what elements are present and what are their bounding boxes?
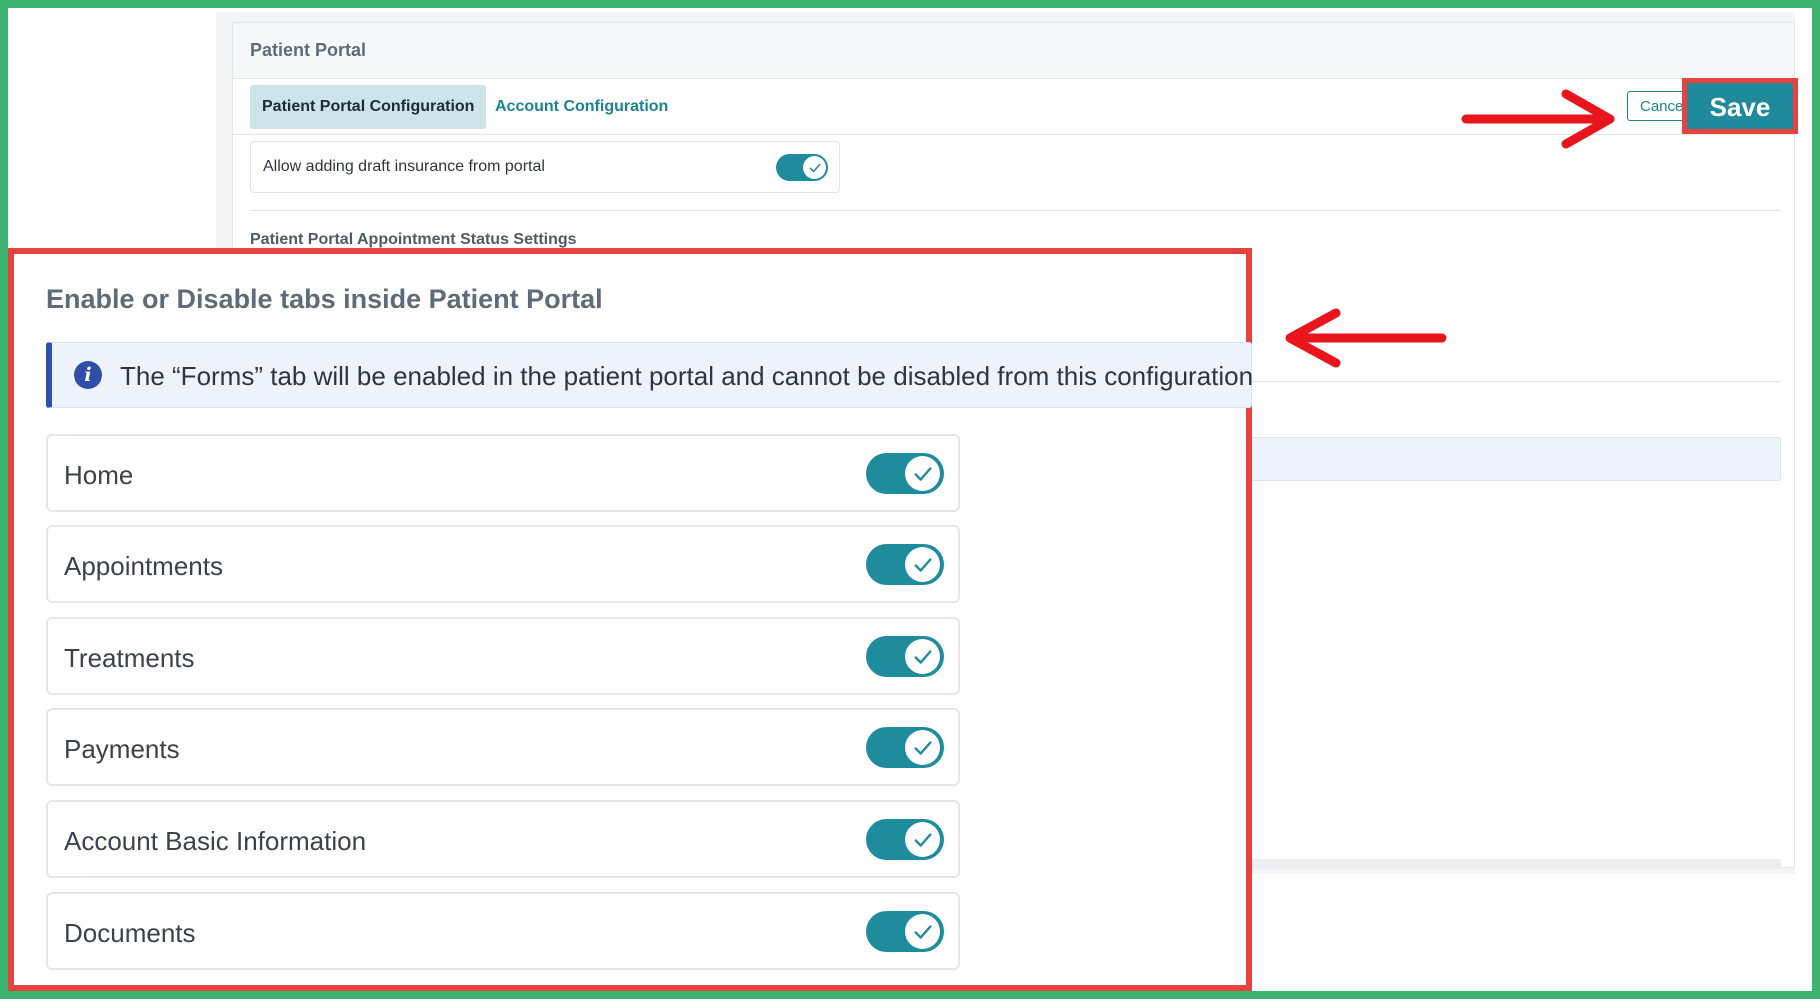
check-icon	[913, 557, 932, 572]
check-icon	[913, 740, 932, 755]
toggle-knob	[905, 639, 940, 674]
arrow-right-icon	[1461, 89, 1615, 149]
portal-tab-row-payments: Payments	[46, 708, 960, 786]
portal-tab-row-appointments: Appointments	[46, 525, 960, 603]
draft-insurance-setting: Allow adding draft insurance from portal	[250, 141, 840, 193]
check-icon	[913, 466, 932, 481]
toggle-knob	[803, 156, 826, 179]
zoomed-tabs-callout: Enable or Disable tabs inside Patient Po…	[8, 248, 1254, 991]
toggle-knob	[905, 914, 940, 949]
portal-tab-label: Appointments	[64, 551, 223, 581]
toggle-knob	[905, 822, 940, 857]
check-icon	[913, 832, 932, 847]
check-icon	[913, 924, 932, 939]
treatments-tab-toggle[interactable]	[866, 636, 944, 677]
section-divider	[250, 210, 1781, 211]
toggle-knob	[905, 730, 940, 765]
account-basic-information-tab-toggle[interactable]	[866, 819, 944, 860]
check-icon	[809, 163, 820, 172]
info-icon: i	[74, 361, 102, 389]
appointments-tab-toggle[interactable]	[866, 544, 944, 585]
portal-tab-label: Payments	[64, 734, 180, 764]
appointment-status-settings-title: Patient Portal Appointment Status Settin…	[250, 231, 577, 248]
tab-account-configuration[interactable]: Account Configuration	[483, 85, 680, 129]
forms-info-banner: i The “Forms” tab will be enabled in the…	[46, 342, 1254, 408]
portal-tab-row-treatments: Treatments	[46, 617, 960, 695]
arrow-left-icon	[1285, 308, 1447, 368]
documents-tab-toggle[interactable]	[866, 911, 944, 952]
draft-insurance-label: Allow adding draft insurance from portal	[263, 158, 545, 175]
portal-tab-label: Documents	[64, 918, 196, 948]
portal-tab-row-home: Home	[46, 434, 960, 512]
draft-insurance-toggle[interactable]	[776, 154, 828, 181]
portal-tab-row-documents: Documents	[46, 892, 960, 970]
portal-tab-label: Treatments	[64, 643, 195, 673]
panel-header: Patient Portal	[233, 23, 1794, 79]
home-tab-toggle[interactable]	[866, 453, 944, 494]
toggle-knob	[905, 547, 940, 582]
page-title: Patient Portal	[250, 40, 367, 60]
check-icon	[913, 649, 932, 664]
portal-tab-row-account-basic-information: Account Basic Information	[46, 800, 960, 878]
tab-patient-portal-configuration[interactable]: Patient Portal Configuration	[250, 85, 487, 129]
portal-tab-label: Home	[64, 460, 134, 490]
save-button[interactable]: Save	[1682, 78, 1798, 134]
payments-tab-toggle[interactable]	[866, 727, 944, 768]
portal-tab-label: Account Basic Information	[64, 826, 367, 856]
toggle-knob	[905, 456, 940, 491]
info-banner-text: The “Forms” tab will be enabled in the p…	[120, 361, 1254, 391]
tabs-section-title: Enable or Disable tabs inside Patient Po…	[46, 284, 603, 314]
